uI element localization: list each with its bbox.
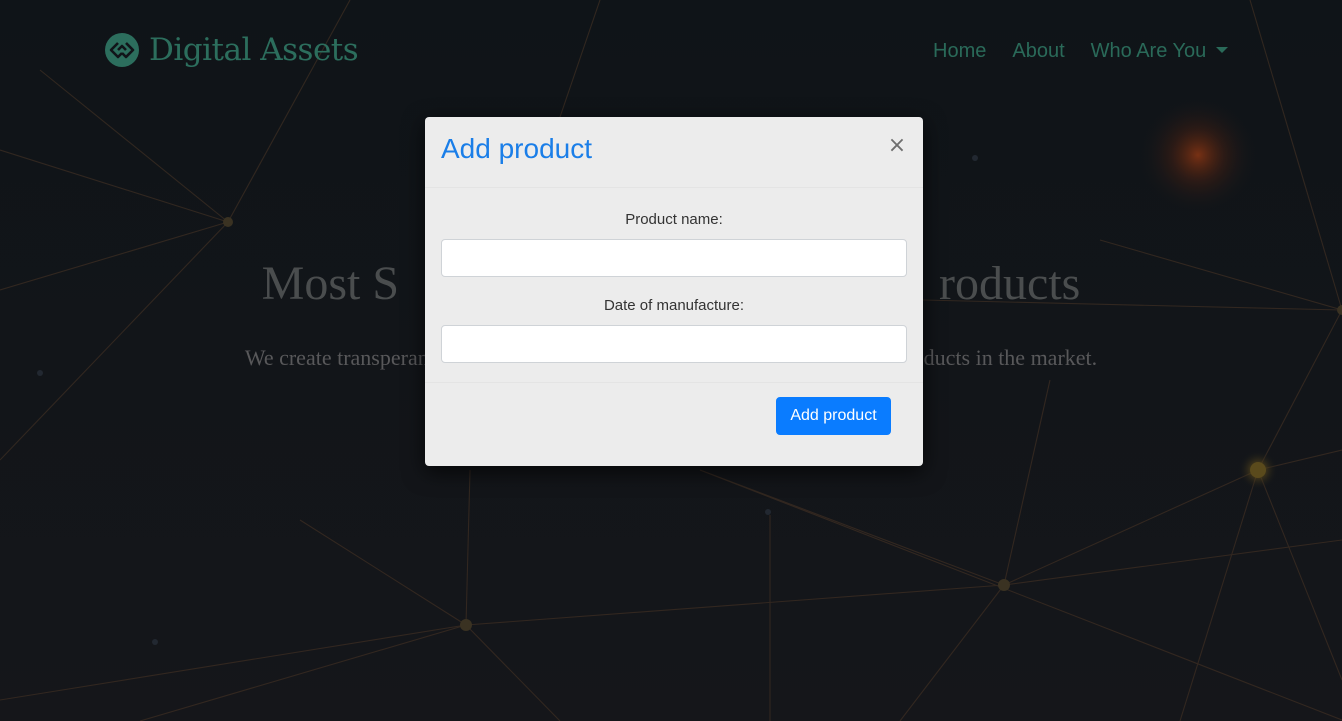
add-product-modal: Add product × Product name: Date of manu…: [425, 117, 923, 466]
date-of-manufacture-label: Date of manufacture:: [603, 297, 745, 314]
nav-about-link[interactable]: About: [1012, 40, 1064, 63]
brand-name: Digital Assets: [149, 32, 359, 68]
top-nav: Home About Who Are You: [933, 40, 1229, 63]
date-of-manufacture-input[interactable]: [441, 325, 907, 363]
close-icon[interactable]: ×: [887, 134, 907, 158]
chevron-down-icon: [1216, 47, 1229, 53]
diamond-link-icon: [105, 33, 139, 67]
nav-who-are-you-label: Who Are You: [1090, 40, 1207, 62]
brand-logo[interactable]: Digital Assets: [104, 30, 359, 70]
nav-home-link[interactable]: Home: [933, 40, 986, 63]
add-product-button[interactable]: Add product: [776, 397, 891, 435]
modal-title: Add product: [441, 133, 592, 164]
nav-who-are-you-dropdown[interactable]: Who Are You: [1091, 40, 1229, 63]
modal-header: Add product ×: [425, 117, 923, 188]
product-name-label: Product name:: [625, 211, 723, 228]
modal-body: Product name: Date of manufacture:: [441, 188, 907, 381]
product-name-input[interactable]: [441, 239, 907, 277]
modal-footer: Add product: [425, 382, 923, 467]
